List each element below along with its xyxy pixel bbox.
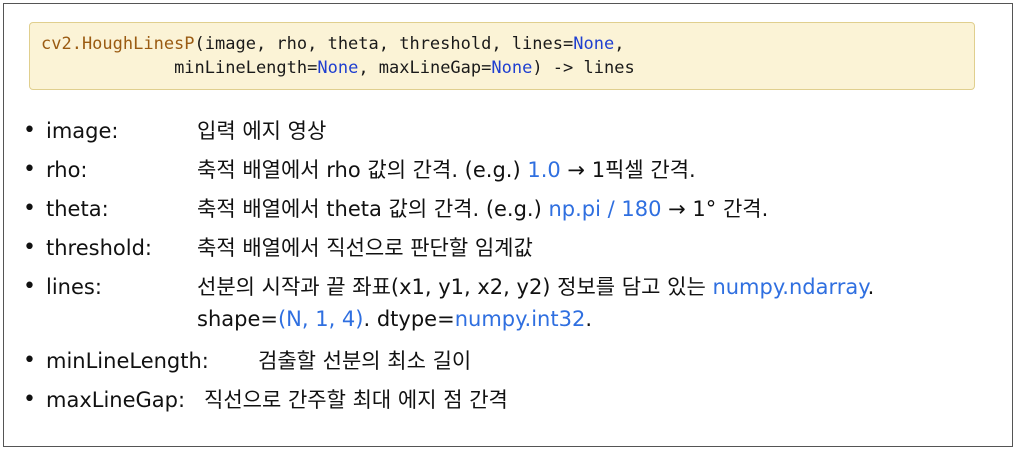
- param-name: image:: [46, 119, 119, 143]
- param-name: minLineLength:: [46, 349, 209, 373]
- param-desc: 직선으로 간주할 최대 에지 점 간격: [204, 388, 508, 412]
- param-name: lines:: [46, 275, 102, 299]
- parameter-list: • image: 입력 에지 영상 • rho: 축적 배열에서 rho 값의 …: [4, 4, 1012, 446]
- param-desc: 축적 배열에서 theta 값의 간격. (e.g.) np.pi / 180 …: [197, 194, 768, 224]
- desc-highlight: 1.0: [527, 158, 561, 182]
- bullet: •: [23, 118, 36, 143]
- param-desc-line2: shape=(N, 1, 4). dtype=numpy.int32.: [197, 304, 592, 334]
- param-name: threshold:: [46, 236, 152, 260]
- desc-text: .: [585, 307, 593, 331]
- desc-text: → 1° 간격.: [661, 197, 769, 221]
- desc-highlight: np.pi / 180: [548, 197, 662, 221]
- param-desc: 입력 에지 영상: [197, 119, 327, 143]
- desc-text: . dtype=: [363, 307, 455, 331]
- bullet: •: [23, 196, 36, 221]
- desc-highlight: (N, 1, 4): [277, 307, 364, 331]
- slide-frame: cv2.HoughLinesP(image, rho, theta, thres…: [3, 3, 1013, 447]
- desc-text: → 1픽셀 간격.: [560, 158, 696, 182]
- bullet: •: [23, 157, 36, 182]
- bullet: •: [23, 235, 36, 260]
- desc-highlight: numpy.int32: [454, 307, 586, 331]
- desc-highlight: numpy.ndarray: [712, 275, 868, 299]
- bullet: •: [23, 348, 36, 373]
- bullet: •: [23, 387, 36, 412]
- param-desc: 축적 배열에서 직선으로 판단할 임계값: [197, 236, 533, 260]
- desc-text: 선분의 시작과 끝 좌표(x1, y1, x2, y2) 정보를 담고 있는: [197, 275, 713, 299]
- param-name: rho:: [46, 158, 88, 182]
- bullet: •: [23, 274, 36, 299]
- param-desc: 선분의 시작과 끝 좌표(x1, y1, x2, y2) 정보를 담고 있는 n…: [197, 272, 874, 302]
- desc-text: 축적 배열에서 rho 값의 간격. (e.g.): [197, 158, 528, 182]
- desc-text: 축적 배열에서 theta 값의 간격. (e.g.): [197, 197, 549, 221]
- desc-text: shape=: [197, 307, 278, 331]
- param-desc: 검출할 선분의 최소 길이: [258, 349, 472, 373]
- desc-text: .: [867, 275, 875, 299]
- param-desc: 축적 배열에서 rho 값의 간격. (e.g.) 1.0 → 1픽셀 간격.: [197, 155, 696, 185]
- param-name: theta:: [46, 197, 109, 221]
- param-name: maxLineGap:: [46, 388, 186, 412]
